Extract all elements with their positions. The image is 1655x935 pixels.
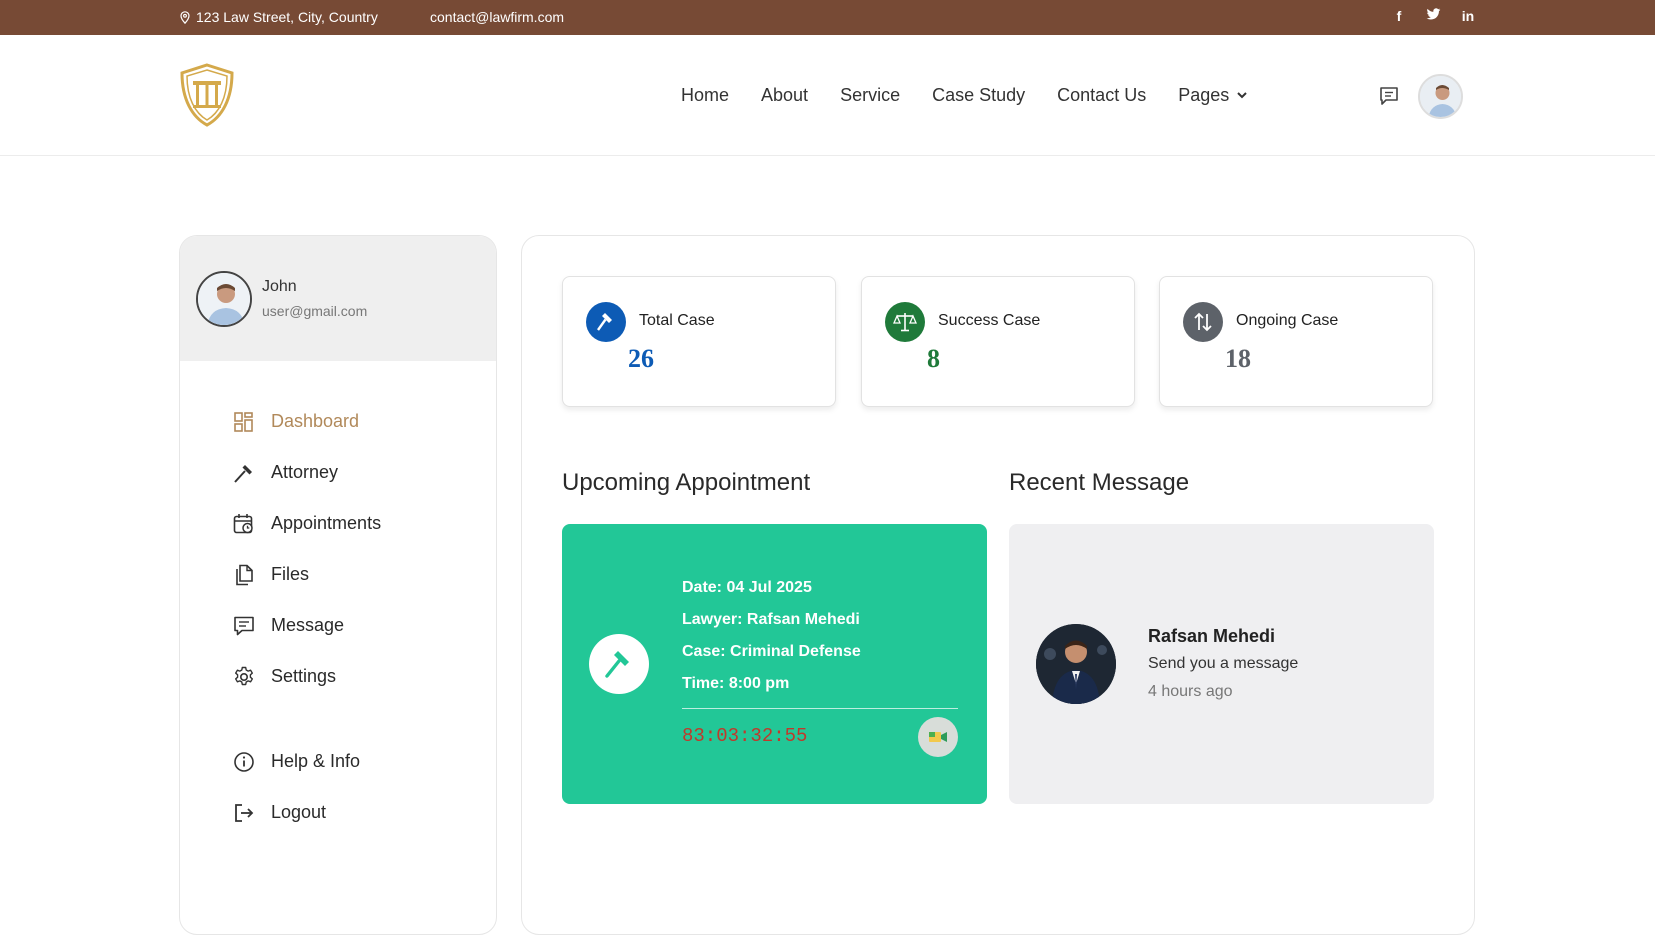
- recent-message-card[interactable]: Rafsan Mehedi Send you a message 4 hours…: [1009, 524, 1434, 804]
- sidebar-bottom-menu: Help & Info Logout: [232, 736, 360, 838]
- appointment-date: Date: 04 Jul 2025: [682, 579, 812, 596]
- twitter-icon[interactable]: [1426, 8, 1441, 24]
- stat-label: Success Case: [938, 312, 1041, 329]
- message-sender: Rafsan Mehedi: [1148, 626, 1276, 646]
- nav-service[interactable]: Service: [840, 85, 900, 106]
- logout-icon: [232, 801, 256, 825]
- upcoming-appointment-title: Upcoming Appointment: [562, 469, 811, 496]
- gavel-icon: [589, 634, 649, 694]
- calendar-clock-icon: [232, 512, 256, 536]
- sidebar-item-appointments[interactable]: Appointments: [232, 498, 381, 549]
- hammer-icon: [232, 461, 256, 485]
- sidebar-item-label: Files: [271, 564, 310, 584]
- info-icon: [232, 750, 256, 774]
- location-pin-icon: [180, 10, 190, 24]
- sidebar-item-settings[interactable]: Settings: [232, 651, 381, 702]
- video-camera-icon: [929, 732, 947, 742]
- sidebar-item-help[interactable]: Help & Info: [232, 736, 360, 787]
- divider: [682, 708, 958, 709]
- user-photo-icon: [198, 273, 250, 325]
- appointment-card[interactable]: Date: 04 Jul 2025 Lawyer: Rafsan Mehedi …: [562, 524, 987, 804]
- sidebar-profile: John user@gmail.com: [180, 236, 496, 361]
- gavel-icon: [586, 302, 626, 342]
- sidebar-item-label: Settings: [271, 666, 337, 686]
- appointment-lawyer: Lawyer: Rafsan Mehedi: [682, 611, 860, 628]
- chat-icon[interactable]: [1378, 85, 1400, 107]
- sidebar-item-label: Help & Info: [271, 751, 361, 771]
- sidebar-item-label: Attorney: [271, 462, 339, 482]
- nav-home[interactable]: Home: [681, 85, 729, 106]
- swap-arrows-icon: [1183, 302, 1223, 342]
- recent-message-title: Recent Message: [1009, 469, 1190, 496]
- video-call-button[interactable]: [918, 717, 958, 757]
- social-links: f in: [1392, 8, 1475, 24]
- user-email: user@gmail.com: [262, 303, 368, 319]
- dashboard-icon: [232, 410, 256, 434]
- facebook-icon[interactable]: f: [1392, 8, 1406, 24]
- user-avatar[interactable]: [1418, 74, 1463, 119]
- stat-value: 26: [628, 344, 654, 373]
- sidebar-item-label: Logout: [271, 802, 327, 822]
- countdown-timer: 83:03:32:55: [682, 725, 808, 747]
- stat-card-success-case: Success Case 8: [861, 276, 1135, 407]
- appointment-case: Case: Criminal Defense: [682, 643, 861, 660]
- nav-pages-label: Pages: [1178, 85, 1230, 105]
- law-firm-logo[interactable]: [178, 63, 236, 127]
- message-timestamp: 4 hours ago: [1148, 683, 1233, 700]
- stat-card-total-case: Total Case 26: [562, 276, 836, 407]
- nav-pages[interactable]: Pages: [1178, 85, 1247, 106]
- chevron-down-icon: [1237, 92, 1247, 99]
- lawyer-photo-icon: [1036, 624, 1116, 704]
- address: 123 Law Street, City, Country: [180, 9, 378, 25]
- user-photo-icon: [1420, 76, 1461, 117]
- dashboard-sidebar: John user@gmail.com Dashboard Attorney A…: [179, 235, 497, 935]
- message-icon: [232, 614, 256, 638]
- stat-value: 18: [1225, 344, 1251, 373]
- message-text: Send you a message: [1148, 655, 1299, 672]
- nav-contact-us[interactable]: Contact Us: [1057, 85, 1146, 106]
- appointment-time: Time: 8:00 pm: [682, 675, 790, 692]
- contact-email[interactable]: contact@lawfirm.com: [430, 9, 564, 25]
- sidebar-item-label: Message: [271, 615, 345, 635]
- nav-about[interactable]: About: [761, 85, 808, 106]
- sidebar-item-dashboard[interactable]: Dashboard: [232, 396, 381, 447]
- sidebar-menu: Dashboard Attorney Appointments Files Me…: [232, 396, 381, 702]
- avatar: [1036, 624, 1116, 704]
- files-icon: [232, 563, 256, 587]
- top-info-bar: 123 Law Street, City, Country contact@la…: [0, 0, 1655, 35]
- stat-label: Total Case: [639, 312, 715, 329]
- stat-card-ongoing-case: Ongoing Case 18: [1159, 276, 1433, 407]
- scales-icon: [885, 302, 925, 342]
- address-text: 123 Law Street, City, Country: [196, 9, 378, 25]
- gear-icon: [232, 665, 256, 689]
- appointment-details: Date: 04 Jul 2025 Lawyer: Rafsan Mehedi …: [682, 572, 861, 700]
- sidebar-item-label: Appointments: [271, 513, 382, 533]
- user-name: John: [262, 278, 297, 295]
- sidebar-item-logout[interactable]: Logout: [232, 787, 360, 838]
- main-nav: Home About Service Case Study Contact Us…: [681, 85, 1247, 106]
- linkedin-icon[interactable]: in: [1461, 8, 1475, 24]
- sidebar-item-attorney[interactable]: Attorney: [232, 447, 381, 498]
- sidebar-item-label: Dashboard: [271, 411, 360, 431]
- sidebar-item-files[interactable]: Files: [232, 549, 381, 600]
- sidebar-item-message[interactable]: Message: [232, 600, 381, 651]
- dashboard-main: Total Case 26 Success Case 8 Ongoing Cas…: [521, 235, 1475, 935]
- nav-case-study[interactable]: Case Study: [932, 85, 1025, 106]
- stat-label: Ongoing Case: [1236, 312, 1339, 329]
- stat-value: 8: [927, 344, 940, 373]
- site-header: Home About Service Case Study Contact Us…: [0, 35, 1655, 156]
- avatar: [196, 271, 252, 327]
